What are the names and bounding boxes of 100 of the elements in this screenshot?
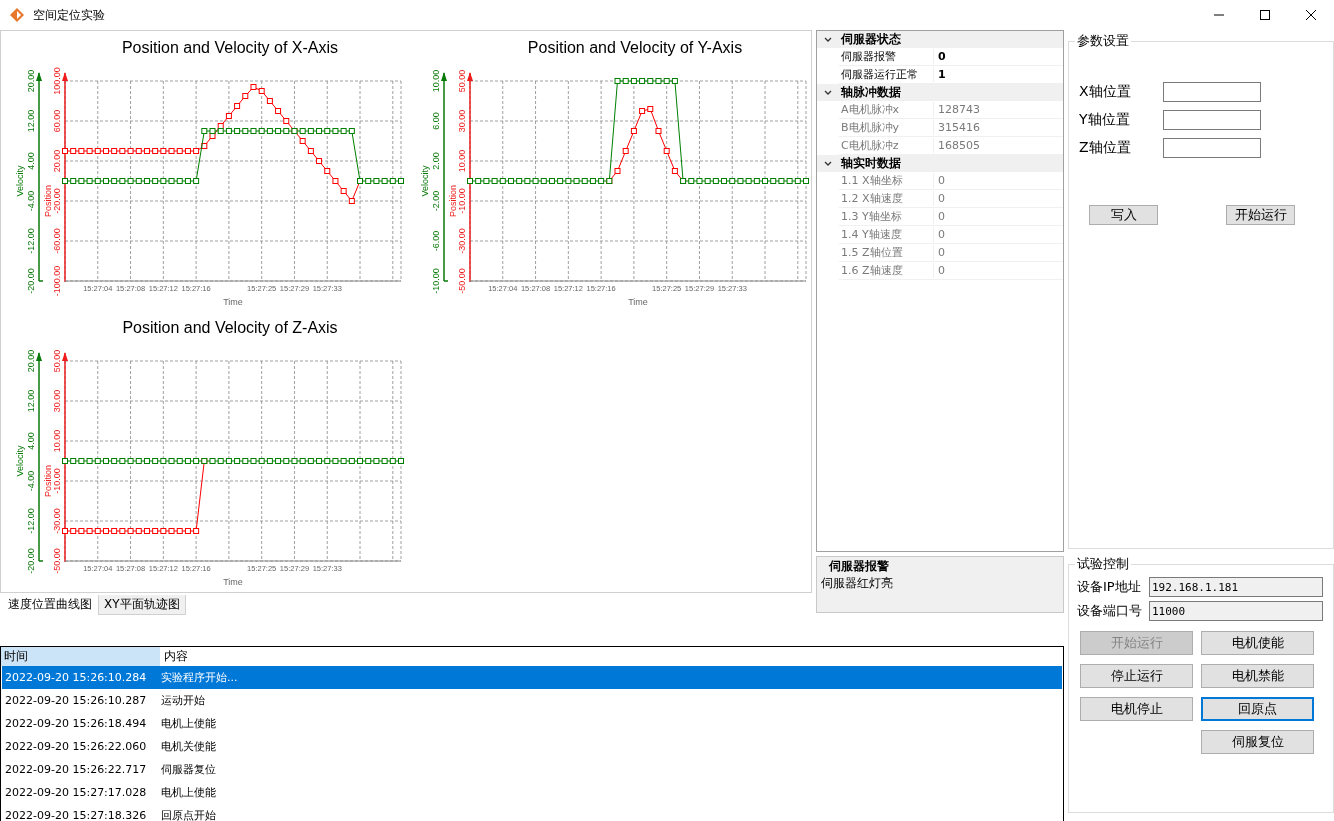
- input-field[interactable]: [1163, 82, 1261, 102]
- input-field[interactable]: [1163, 138, 1261, 158]
- app-icon: [9, 7, 25, 23]
- data-point: [398, 458, 404, 464]
- tick-label: -30.00: [457, 228, 467, 254]
- data-point: [803, 178, 809, 184]
- axis-label: Time: [628, 297, 648, 307]
- log-row[interactable]: 2022-09-20 15:27:17.028 电机上使能: [2, 781, 1062, 804]
- property-name: 1.2 X轴速度: [839, 191, 934, 206]
- tab[interactable]: XY平面轨迹图: [98, 595, 186, 615]
- data-point: [62, 528, 68, 534]
- time-cell-text: 2022-09-20 15:26:18.494: [4, 717, 148, 730]
- input-field[interactable]: [1163, 110, 1261, 130]
- time-cell-text: 2022-09-20 15:26:22.060: [4, 740, 148, 753]
- data-point: [193, 178, 200, 184]
- tick-label: -20.00: [26, 268, 36, 294]
- data-point: [283, 118, 290, 124]
- close-icon[interactable]: [1306, 10, 1316, 20]
- property-name: 1.3 Y轴坐标: [839, 209, 934, 224]
- action-button[interactable]: 开始运行: [1226, 205, 1295, 225]
- tick-label: -10.00: [52, 468, 62, 494]
- property-name: 伺服器报警: [839, 49, 934, 64]
- window-title: 空间定位实验: [33, 6, 105, 24]
- data-point: [103, 458, 109, 464]
- action-button[interactable]: 伺服复位: [1201, 730, 1314, 754]
- property-value: 0: [937, 246, 945, 259]
- data-point: [62, 178, 68, 184]
- content-cell: 回原点开始: [161, 808, 216, 821]
- data-point: [614, 168, 621, 174]
- axis-label: Velocity: [15, 445, 25, 477]
- tick-label: -20.00: [52, 188, 62, 214]
- data-point: [103, 178, 109, 184]
- input-field[interactable]: 11000: [1149, 601, 1323, 621]
- property-name: 1.5 Z轴位置: [839, 245, 934, 260]
- action-button[interactable]: 回原点: [1201, 697, 1314, 721]
- axis-label: Position: [448, 185, 458, 217]
- tick-label: 10.00: [52, 429, 62, 453]
- tick-label: -4.00: [26, 470, 36, 492]
- data-point: [467, 178, 473, 184]
- log-row[interactable]: 2022-09-20 15:26:10.284 实验程序开始...: [2, 666, 1062, 689]
- property-value: 315416: [937, 121, 980, 134]
- chart-title: Position and Velocity of Y-Axis: [526, 39, 744, 58]
- data-point: [193, 528, 200, 534]
- action-button[interactable]: 停止运行: [1080, 664, 1193, 688]
- log-row[interactable]: 2022-09-20 15:26:22.060 电机关使能: [2, 735, 1062, 758]
- data-point: [332, 178, 339, 184]
- maximize-icon[interactable]: [1260, 10, 1270, 20]
- data-point: [275, 108, 282, 114]
- log-row[interactable]: 2022-09-20 15:26:18.494 电机上使能: [2, 712, 1062, 735]
- action-button[interactable]: 电机使能: [1201, 631, 1314, 655]
- property-value: 0: [937, 264, 945, 277]
- tick-label: 2.00: [431, 152, 441, 170]
- field-label: 设备IP地址: [1077, 578, 1142, 596]
- tick-label: -12.00: [26, 508, 36, 534]
- data-point: [225, 113, 232, 119]
- axis-label: Position: [43, 465, 53, 497]
- tick-label: 12.00: [26, 389, 36, 413]
- category-title: 轴实时数据: [841, 155, 901, 172]
- content-cell: 运动开始: [161, 693, 205, 708]
- action-button[interactable]: 电机停止: [1080, 697, 1193, 721]
- tick-label: 20.00: [26, 69, 36, 93]
- data-point: [348, 198, 355, 204]
- tick-label: -4.00: [26, 190, 36, 212]
- property-name: A电机脉冲x: [839, 102, 934, 117]
- tick-label: 50.00: [457, 69, 467, 93]
- property-value: 128743: [937, 103, 980, 116]
- field-label: Z轴位置: [1079, 139, 1132, 157]
- data-point: [762, 178, 768, 184]
- action-button[interactable]: 电机禁能: [1201, 664, 1314, 688]
- tick-label: 20.00: [26, 349, 36, 373]
- tick-label: 10.00: [431, 69, 441, 93]
- tick-label: 60.00: [52, 109, 62, 133]
- alarm-title: 伺服器报警: [827, 558, 890, 575]
- data-point: [357, 458, 363, 464]
- axis-label: Time: [223, 297, 243, 307]
- field-label: 设备端口号: [1077, 602, 1143, 620]
- tick-label: -60.00: [52, 228, 62, 254]
- tick-label: 20.00: [52, 149, 62, 173]
- data-point: [671, 168, 678, 174]
- tick-label: -50.00: [52, 548, 62, 574]
- data-point: [299, 138, 306, 144]
- input-field[interactable]: 192.168.1.181: [1149, 577, 1323, 597]
- tick-label: -50.00: [457, 268, 467, 294]
- log-row[interactable]: 2022-09-20 15:26:22.717 伺服器复位: [2, 758, 1062, 781]
- tick-label: 4.00: [26, 152, 36, 170]
- property-value: 0: [937, 50, 946, 63]
- data-point: [234, 103, 241, 109]
- tick-label: 30.00: [457, 109, 467, 133]
- data-point: [62, 148, 68, 154]
- action-button[interactable]: 写入: [1089, 205, 1158, 225]
- log-row[interactable]: 2022-09-20 15:26:10.287 运动开始: [2, 689, 1062, 712]
- data-point: [508, 178, 514, 184]
- column-header[interactable]: 时间: [1, 647, 160, 666]
- log-row[interactable]: 2022-09-20 15:27:18.326 回原点开始: [2, 804, 1062, 821]
- category-title: 伺服器状态: [841, 31, 901, 48]
- time-cell-text: 2022-09-20 15:26:10.284: [4, 671, 148, 684]
- field-label: X轴位置: [1079, 83, 1132, 101]
- column-header[interactable]: 内容: [160, 647, 188, 666]
- group-title: 试验控制: [1076, 555, 1130, 573]
- property-value: 168505: [937, 139, 980, 152]
